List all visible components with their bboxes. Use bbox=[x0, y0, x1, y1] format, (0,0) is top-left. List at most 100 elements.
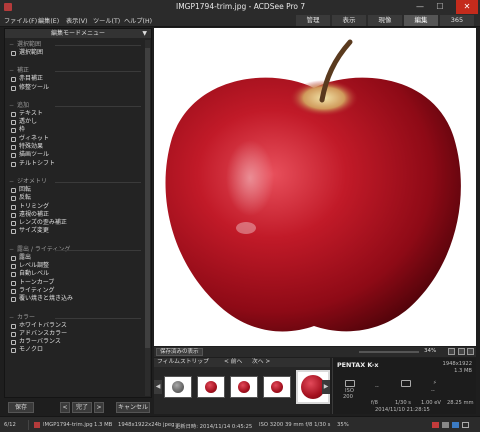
status-box-icon[interactable] bbox=[462, 422, 469, 428]
tool-icon bbox=[11, 145, 16, 151]
tool-item[interactable]: カラーバランス bbox=[9, 338, 143, 346]
tool-item[interactable]: モノクロ bbox=[9, 346, 143, 354]
status-filesize: 1.3 MB bbox=[94, 422, 113, 428]
tool-icon bbox=[11, 323, 16, 329]
thumb-apple-image bbox=[172, 381, 184, 393]
zoom-value[interactable]: 34% bbox=[424, 348, 436, 354]
actual-size-icon[interactable] bbox=[458, 348, 465, 355]
tool-icon bbox=[11, 196, 16, 202]
info-panel: PENTAX K-x 1948x1922 1.3 MB ISO 200 -- ⚡… bbox=[332, 358, 476, 414]
camera-model: PENTAX K-x bbox=[337, 361, 379, 369]
next-button[interactable]: > bbox=[94, 402, 104, 413]
camera-icon bbox=[401, 380, 411, 387]
menu-edit[interactable]: 編集(E) bbox=[38, 16, 59, 25]
menu-help[interactable]: ヘルプ(H) bbox=[124, 16, 152, 25]
tool-item[interactable]: 遠視の補正 bbox=[9, 211, 143, 219]
collapse-icon[interactable]: − bbox=[9, 246, 14, 253]
filmstrip-scroll-right[interactable]: ▶ bbox=[322, 380, 330, 394]
tool-item[interactable]: 露出 bbox=[9, 254, 143, 262]
tool-item[interactable]: テキスト bbox=[9, 110, 143, 118]
tool-item[interactable]: 自動レベル bbox=[9, 270, 143, 278]
tool-item[interactable]: 覆い焼きと焼き込み bbox=[9, 295, 143, 303]
collapse-icon[interactable]: − bbox=[9, 178, 14, 185]
focal-value: 28.25 mm bbox=[447, 400, 474, 406]
menu-file[interactable]: ファイル(F) bbox=[4, 16, 37, 25]
tab-edit[interactable]: 編集 bbox=[404, 15, 438, 26]
filmstrip-prev[interactable]: < 前へ bbox=[224, 358, 242, 367]
collapse-icon[interactable]: − bbox=[9, 41, 14, 48]
file-icon bbox=[34, 422, 40, 428]
tool-item[interactable]: ホワイトバランス bbox=[9, 322, 143, 330]
tool-group-header[interactable]: − 露出 / ライティング bbox=[9, 246, 143, 254]
fullscreen-icon[interactable] bbox=[467, 348, 474, 355]
collapse-icon[interactable]: − bbox=[9, 67, 14, 74]
shutter-value: 1/30 s bbox=[395, 400, 412, 406]
tool-icon bbox=[11, 188, 16, 193]
filmstrip-next[interactable]: 次へ > bbox=[252, 358, 270, 367]
edit-menu-panel: 編集モードメニュー ▼ − 選択範囲 選択範囲 − 補正 赤目補正 修整ツール − 追加 テキスト… bbox=[4, 28, 152, 398]
minimize-button[interactable]: — bbox=[412, 0, 428, 14]
tool-item-label: 覆い焼きと焼き込み bbox=[19, 295, 74, 303]
tab-365[interactable]: 365 bbox=[440, 15, 474, 26]
tool-group-header[interactable]: − 追加 bbox=[9, 102, 143, 110]
tool-icon bbox=[11, 77, 16, 83]
tool-icon bbox=[11, 161, 16, 167]
panel-header[interactable]: 編集モードメニュー ▼ bbox=[5, 29, 151, 38]
close-button[interactable]: ✕ bbox=[456, 0, 478, 14]
app-icon[interactable] bbox=[4, 3, 12, 11]
tool-item-label: ライティング bbox=[19, 286, 55, 294]
filmstrip-thumb[interactable] bbox=[164, 376, 192, 398]
saved-view-button[interactable]: 保存済みの表示 bbox=[156, 348, 203, 356]
menu-tools[interactable]: ツール(T) bbox=[93, 16, 120, 25]
tool-item-label: カラーバランス bbox=[19, 338, 61, 346]
tool-item[interactable]: アドバンスカラー bbox=[9, 330, 143, 338]
capture-datetime: 2014/11/10 21:28:15 bbox=[375, 407, 430, 413]
done-button[interactable]: 完了 bbox=[72, 402, 92, 413]
fit-icon[interactable] bbox=[448, 348, 455, 355]
ev-value: 1.00 eV bbox=[421, 400, 441, 406]
chevron-down-icon[interactable]: ▼ bbox=[142, 29, 147, 38]
tool-item[interactable]: 反転 bbox=[9, 194, 143, 202]
save-button[interactable]: 保存 bbox=[8, 402, 34, 413]
scroll-thumb[interactable] bbox=[145, 48, 150, 348]
divider bbox=[55, 317, 141, 319]
tool-item[interactable]: ヴィネット bbox=[9, 135, 143, 143]
tool-group: − 追加 テキスト 透かし枠ヴィネット 特殊効果 描画ツール チルトシフト bbox=[9, 102, 143, 168]
tool-item[interactable]: 選択範囲 bbox=[9, 49, 143, 57]
maximize-button[interactable]: ☐ bbox=[432, 0, 448, 14]
filmstrip-thumb[interactable] bbox=[230, 376, 258, 398]
tool-item[interactable]: 描画ツール bbox=[9, 151, 143, 159]
zoom-slider[interactable] bbox=[359, 351, 419, 353]
divider bbox=[55, 182, 141, 183]
tool-item[interactable]: サイズ変更 bbox=[9, 227, 143, 235]
tool-item[interactable]: 枠 bbox=[9, 126, 143, 134]
menu-view[interactable]: 表示(V) bbox=[66, 16, 87, 25]
tab-develop[interactable]: 現像 bbox=[368, 15, 402, 26]
status-color-icon[interactable] bbox=[432, 422, 439, 428]
tab-manage[interactable]: 管理 bbox=[296, 15, 330, 26]
tool-item[interactable]: 透かし bbox=[9, 118, 143, 126]
collapse-icon[interactable]: − bbox=[9, 314, 14, 321]
filmstrip-thumb[interactable] bbox=[197, 376, 225, 398]
tool-group-header[interactable]: − カラー bbox=[9, 314, 143, 322]
tool-item[interactable]: 赤目補正 bbox=[9, 75, 143, 83]
tab-view[interactable]: 表示 bbox=[332, 15, 366, 26]
filmstrip-thumb[interactable] bbox=[263, 376, 291, 398]
tool-item[interactable]: トーンカーブ bbox=[9, 279, 143, 287]
status-gray-icon[interactable] bbox=[442, 422, 449, 428]
tool-group-header[interactable]: − ジオメトリ bbox=[9, 178, 143, 186]
panel-scrollbar[interactable] bbox=[145, 40, 150, 396]
divider bbox=[55, 249, 141, 251]
tool-item[interactable]: チルトシフト bbox=[9, 160, 143, 168]
tool-item[interactable]: トリミング bbox=[9, 203, 143, 211]
tool-icon bbox=[11, 111, 16, 117]
tool-group-header[interactable]: − 選択範囲 bbox=[9, 41, 143, 49]
tool-item-label: 特殊効果 bbox=[19, 143, 44, 151]
cancel-button[interactable]: キャンセル bbox=[116, 402, 150, 413]
collapse-icon[interactable]: − bbox=[9, 102, 14, 109]
tool-item[interactable]: 修整ツール bbox=[9, 84, 143, 92]
tool-icon bbox=[11, 153, 16, 159]
prev-button[interactable]: < bbox=[60, 402, 70, 413]
image-viewer[interactable] bbox=[154, 28, 476, 346]
status-blue-icon[interactable] bbox=[452, 422, 459, 428]
